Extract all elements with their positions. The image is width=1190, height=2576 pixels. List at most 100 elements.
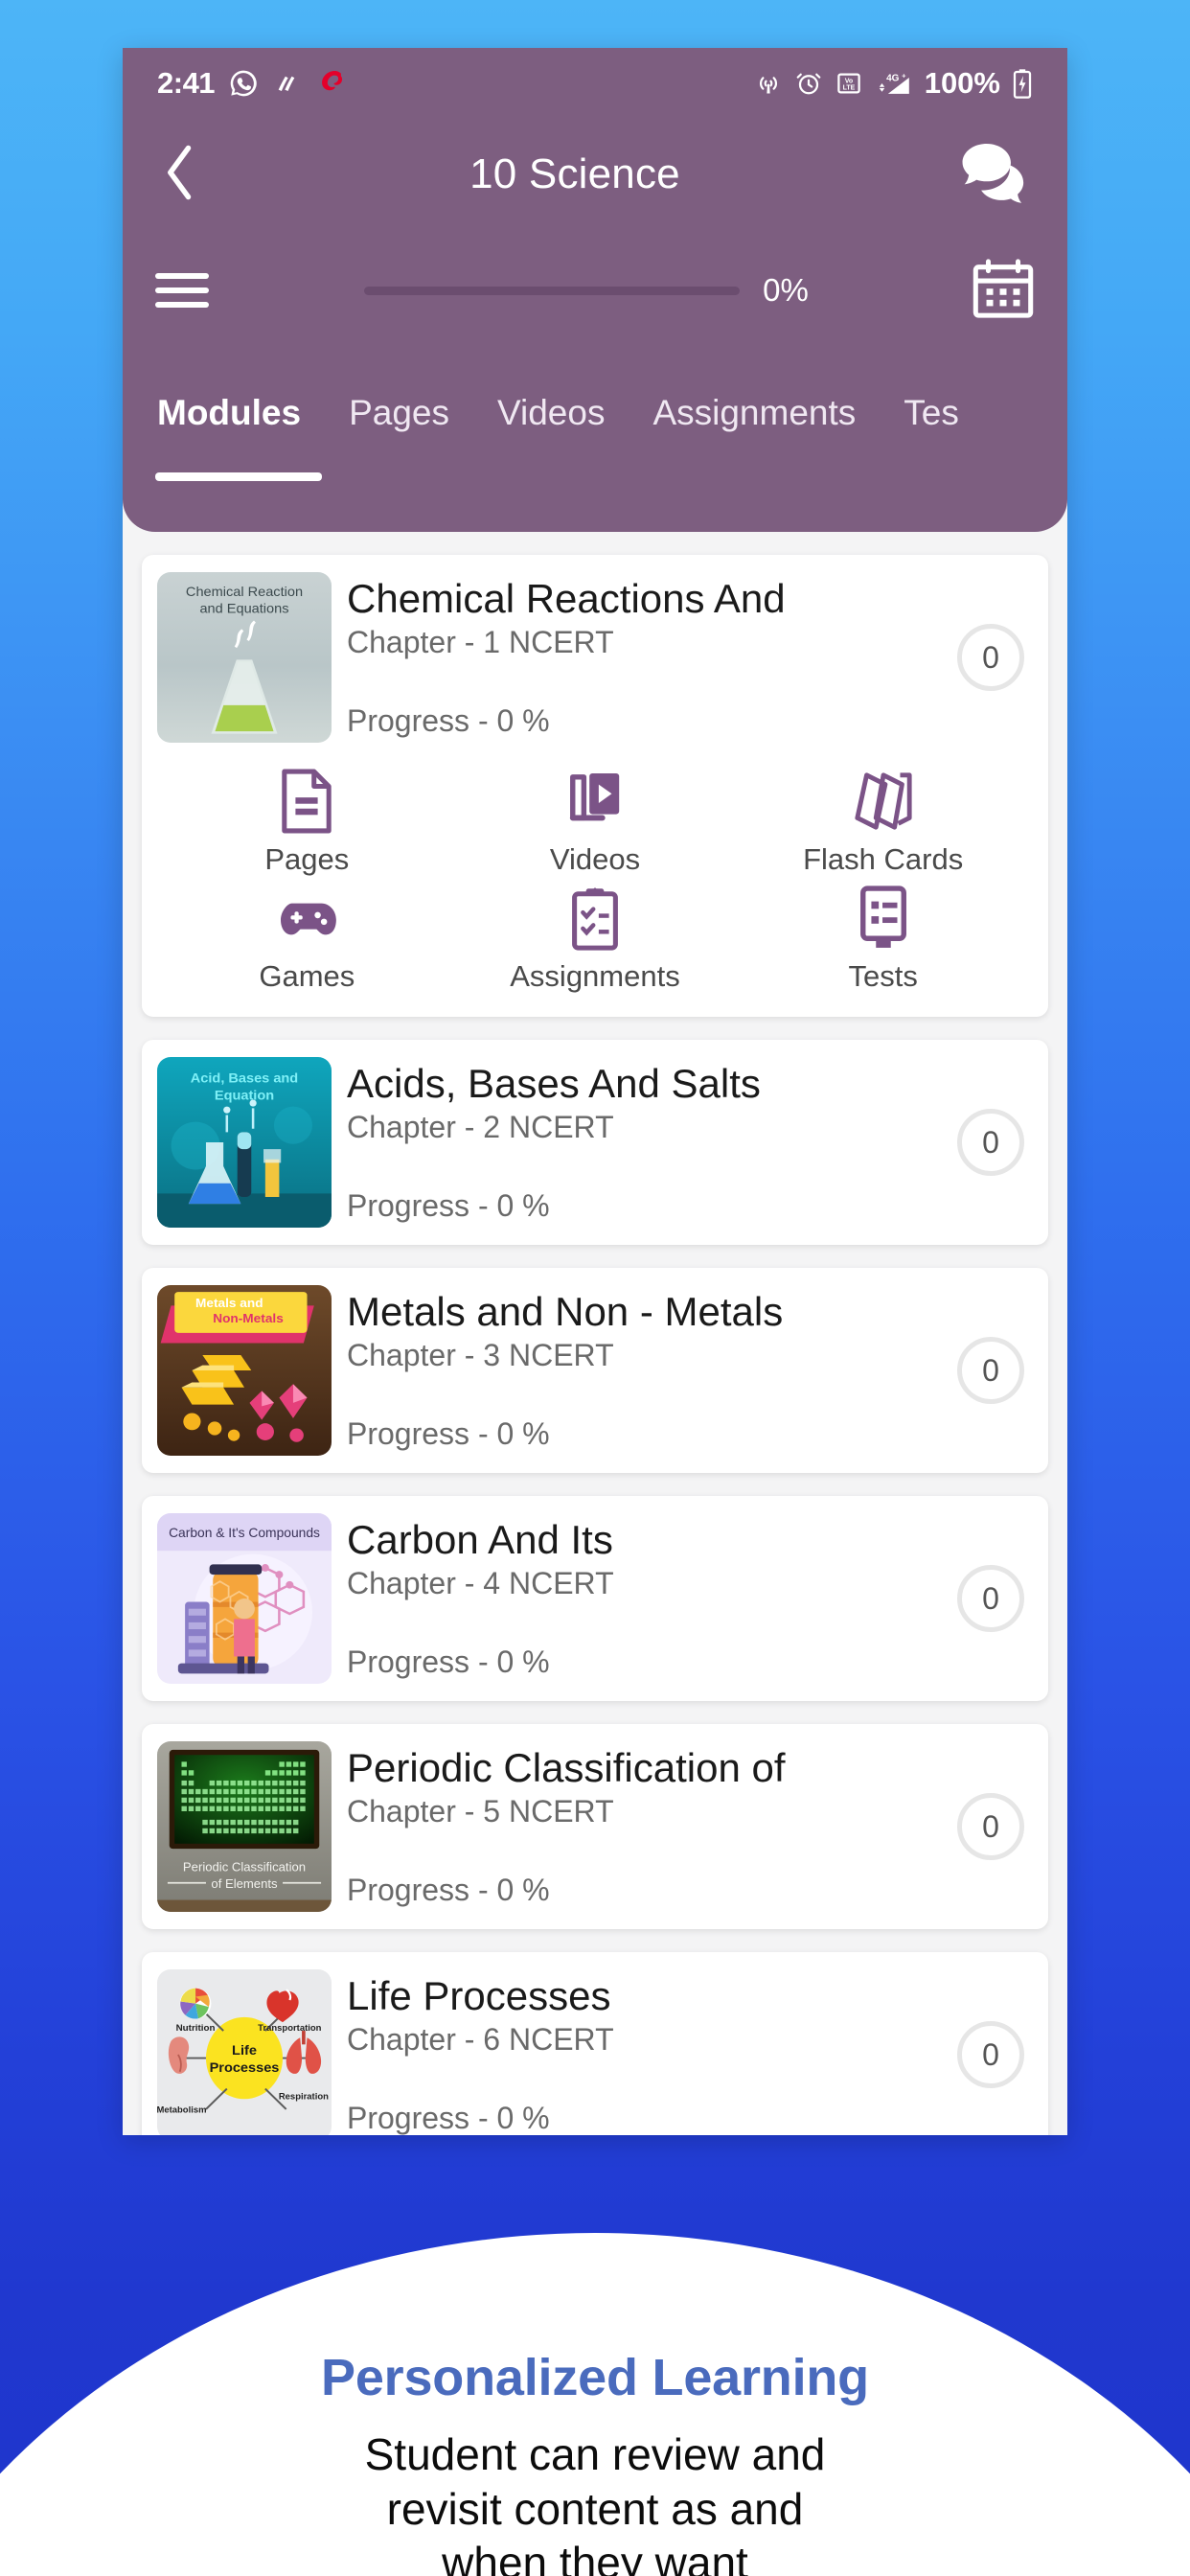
svg-text:of Elements: of Elements [211, 1876, 278, 1891]
module-progress: Progress - 0 % [347, 2101, 550, 2135]
signal-4gplus-icon: 4G + [875, 69, 913, 98]
battery-charging-icon [1012, 68, 1033, 99]
action-label: Pages [264, 842, 350, 876]
action-label: Assignments [510, 959, 680, 993]
action-flash-cards[interactable]: Flash Cards [739, 766, 1027, 877]
action-label: Tests [848, 959, 918, 993]
module-badge-count: 0 [957, 1337, 1024, 1404]
module-progress: Progress - 0 % [347, 1416, 550, 1451]
module-thumbnail: Chemical Reaction and Equations [157, 572, 332, 743]
module-action-grid[interactable]: Pages Videos Flash Cards Games Assignmen… [142, 760, 1048, 1017]
tab-tests[interactable]: Tes [904, 385, 959, 433]
module-card-main[interactable]: Periodic Classification of Elements Peri… [142, 1724, 1048, 1929]
tab-pages[interactable]: Pages [349, 385, 449, 433]
module-card-main[interactable]: Chemical Reaction and Equations Chemical… [142, 555, 1048, 760]
calendar-icon [972, 258, 1035, 324]
module-card[interactable]: Metals and Non-Metals Metals and Non - M… [142, 1268, 1048, 1473]
svg-text:4G: 4G [886, 74, 900, 84]
module-thumbnail: Periodic Classification of Elements [157, 1741, 332, 1912]
app-header: 2:41 Vo LTE 4G + 100% 10 Science 0% Modu… [123, 48, 1067, 532]
course-progress-percent: 0% [763, 272, 809, 308]
module-badge: 0 [950, 1057, 1031, 1228]
module-texts: Periodic Classification of Chapter - 5 N… [347, 1741, 935, 1912]
module-chapter: Chapter - 4 NCERT [347, 1566, 614, 1601]
action-games[interactable]: Games [163, 883, 451, 994]
footer-body-line-3: when they want [442, 2537, 748, 2576]
volte-icon: Vo LTE [835, 69, 863, 98]
svg-text:Periodic Classification: Periodic Classification [183, 1859, 306, 1874]
action-tests[interactable]: Tests [739, 883, 1027, 994]
whatsapp-icon [228, 68, 259, 99]
module-chapter: Chapter - 2 NCERT [347, 1110, 614, 1145]
course-progress-bar [364, 286, 741, 295]
module-badge-count: 0 [957, 624, 1024, 691]
module-badge: 0 [950, 1513, 1031, 1684]
module-card-main[interactable]: Life Processes Nutrition Transportation … [142, 1952, 1048, 2135]
document-icon [279, 766, 334, 837]
calendar-button[interactable] [954, 258, 1035, 324]
module-badge-count: 0 [957, 1109, 1024, 1176]
svg-text:Respiration: Respiration [279, 2091, 329, 2101]
svg-text:Chemical Reaction: Chemical Reaction [186, 585, 303, 600]
status-time: 2:41 [157, 66, 216, 100]
module-title: Periodic Classification of [347, 1745, 786, 1790]
tab-videos[interactable]: Videos [497, 385, 605, 433]
svg-text:Transportation: Transportation [258, 2023, 322, 2033]
action-videos[interactable]: Videos [451, 766, 740, 877]
progress-row: 0% [123, 254, 1067, 327]
footer-body-line-2: revisit content as and [386, 2483, 804, 2534]
module-card[interactable]: Periodic Classification of Elements Peri… [142, 1724, 1048, 1929]
svg-text:Carbon & It's Compounds: Carbon & It's Compounds [169, 1526, 320, 1540]
module-card-main[interactable]: Metals and Non-Metals Metals and Non - M… [142, 1268, 1048, 1473]
module-progress: Progress - 0 % [347, 703, 550, 738]
module-progress: Progress - 0 % [347, 1873, 550, 1907]
module-texts: Carbon And Its Chapter - 4 NCERT Progres… [347, 1513, 935, 1684]
svg-text:and Equations: and Equations [199, 602, 288, 617]
module-card[interactable]: Chemical Reaction and Equations Chemical… [142, 555, 1048, 1017]
footer-body-line-1: Student can review and [364, 2429, 826, 2480]
module-card[interactable]: Acid, Bases and Equation Acids, Bases An… [142, 1040, 1048, 1245]
hamburger-menu-icon[interactable] [155, 273, 218, 308]
module-chapter: Chapter - 6 NCERT [347, 2022, 614, 2058]
svg-text:Metals and: Metals and [195, 1296, 263, 1310]
module-thumbnail: Metals and Non-Metals [157, 1285, 332, 1456]
module-texts: Life Processes Chapter - 6 NCERT Progres… [347, 1969, 935, 2135]
module-progress: Progress - 0 % [347, 1644, 550, 1679]
svg-text:Equation: Equation [215, 1089, 274, 1104]
alarm-icon [794, 69, 823, 98]
tab-modules[interactable]: Modules [154, 385, 323, 481]
title-row: 10 Science [123, 128, 1067, 220]
action-label: Videos [549, 842, 641, 876]
svg-text:+: + [902, 72, 906, 80]
tab-assignments[interactable]: Assignments [652, 385, 856, 433]
module-chapter: Chapter - 5 NCERT [347, 1794, 614, 1829]
module-badge: 0 [950, 572, 1031, 743]
module-title: Chemical Reactions And [347, 576, 786, 621]
module-badge-count: 0 [957, 1793, 1024, 1860]
action-pages[interactable]: Pages [163, 766, 451, 877]
page-title: 10 Science [469, 150, 680, 197]
module-thumbnail: Life Processes Nutrition Transportation … [157, 1969, 332, 2135]
module-card[interactable]: Carbon & It's Compounds Carbon And Its C… [142, 1496, 1048, 1701]
action-assignments[interactable]: Assignments [451, 883, 740, 994]
svg-text:Processes: Processes [210, 2060, 280, 2076]
footer-body: Student can review and revisit content a… [0, 2427, 1190, 2576]
module-card-main[interactable]: Carbon & It's Compounds Carbon And Its C… [142, 1496, 1048, 1701]
app-icon [272, 68, 303, 99]
gamepad-icon [273, 883, 340, 954]
chevron-left-icon [164, 145, 196, 205]
chat-button[interactable] [954, 140, 1035, 209]
module-chapter: Chapter - 1 NCERT [347, 625, 614, 660]
status-bar: 2:41 Vo LTE 4G + 100% [123, 48, 1067, 119]
airtel-icon [316, 69, 349, 98]
module-card[interactable]: Life Processes Nutrition Transportation … [142, 1952, 1048, 2135]
module-list: Chemical Reaction and Equations Chemical… [123, 532, 1067, 2135]
module-card-main[interactable]: Acid, Bases and Equation Acids, Bases An… [142, 1040, 1048, 1245]
footer-title: Personalized Learning [321, 2349, 869, 2406]
tab-bar[interactable]: Modules Pages Videos Assignments Tes [123, 385, 1067, 485]
module-title: Life Processes [347, 1973, 611, 2018]
module-title: Carbon And Its [347, 1517, 613, 1562]
module-thumbnail: Acid, Bases and Equation [157, 1057, 332, 1228]
svg-text:Metabolism: Metabolism [157, 2105, 207, 2115]
module-badge-count: 0 [957, 2021, 1024, 2088]
